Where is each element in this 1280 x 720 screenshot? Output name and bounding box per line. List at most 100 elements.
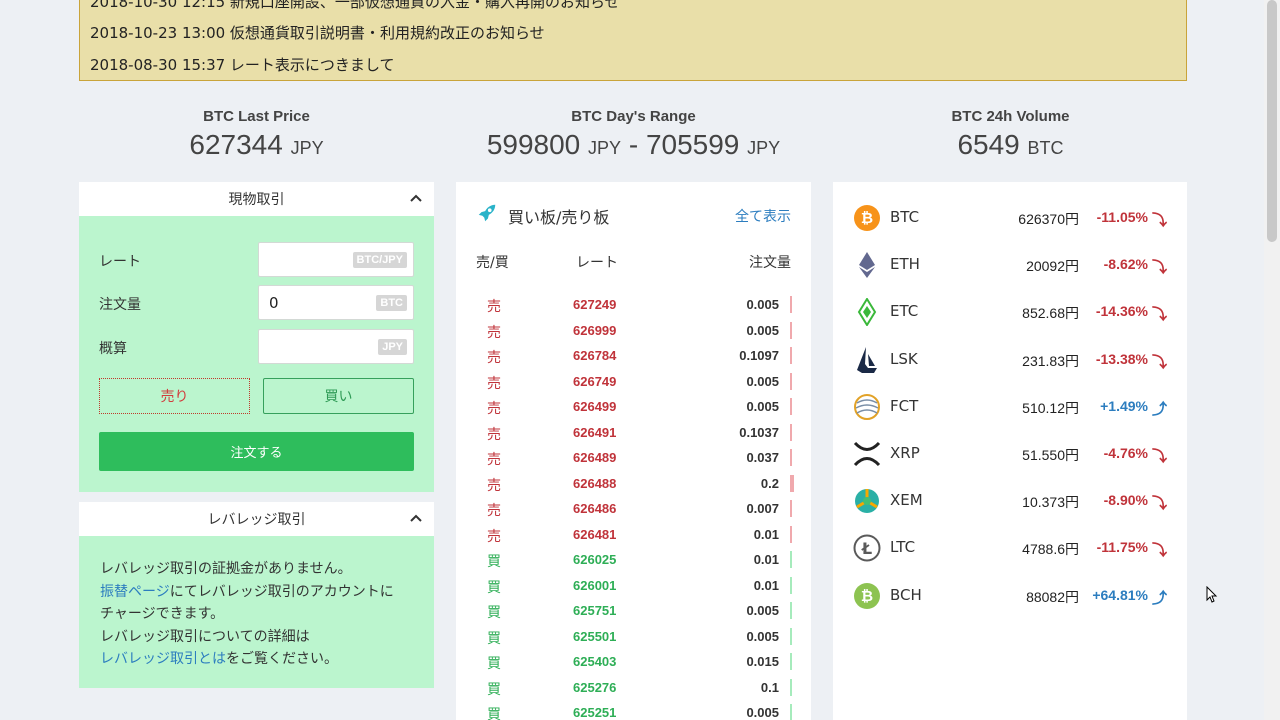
leverage-text-rest: にてレバレッジ取引のアカウントに [169,584,394,600]
orderbook-row[interactable]: 売 626488 0.2 [456,471,811,496]
day-range-low: 599800 [486,129,581,160]
orderbook-depth-bar [790,398,792,415]
place-order-button[interactable]: 注文する [99,432,414,471]
rocket-icon [478,204,496,222]
orderbook-row[interactable]: 買 626025 0.01 [456,547,811,572]
stat-value: 627344 JPY [79,129,434,161]
show-all-link[interactable]: 全て表示 [735,206,791,226]
orderbook-amount: 0.005 [746,628,779,644]
orderbook-amount: 0.037 [746,450,779,465]
orderbook-row[interactable]: 売 626486 0.007 [456,496,811,521]
orderbook-row[interactable]: 売 627249 0.005 [456,292,811,317]
chevron-up-icon[interactable] [410,192,422,204]
notice-item[interactable]: 2018-10-23 13:00 仮想通貨取引説明書・利用規約改正のお知らせ [90,22,545,43]
orderbook-row[interactable]: 買 625403 0.015 [456,649,811,674]
coin-price: 510.12円 [1022,399,1079,416]
orderbook-amount: 0.007 [746,501,779,516]
coin-symbol: XEM [890,491,923,510]
orderbook-depth-bar [790,678,792,696]
nem-icon [853,487,881,515]
coin-price: 231.83円 [1022,352,1079,369]
orderbook-rate: 627249 [573,297,617,312]
bitcoin-cash-icon: ₿ [853,582,881,610]
orderbook-row[interactable]: 買 626001 0.01 [456,573,811,598]
coin-change: -14.36% [1095,303,1148,320]
orderbook-row[interactable]: 買 625501 0.005 [456,624,811,649]
page-scrollbar[interactable] [1264,0,1280,720]
coin-row-eth[interactable]: ETH 20092円 -8.62% ⤵ [833,249,1187,279]
coin-row-xem[interactable]: XEM 10.373円 -8.90% ⤵ [833,485,1187,515]
trend-down-icon: ⤵ [1151,211,1167,229]
leverage-panel-header[interactable]: レバレッジ取引 [79,502,434,536]
orderbook-side: 売 [487,426,501,443]
coin-row-fct[interactable]: FCT 510.12円 +1.49% ⤴ [833,391,1187,421]
coin-row-etc[interactable]: ETC 852.68円 -14.36% ⤵ [833,296,1187,328]
orderbook-row[interactable]: 売 626489 0.037 [456,445,811,470]
trend-up-icon: ⤴ [1151,588,1167,607]
coin-row-lsk[interactable]: LSK 231.83円 -13.38% ⤵ [833,344,1187,374]
orderbook-row[interactable]: 売 626749 0.005 [456,369,811,394]
orderbook-row[interactable]: 買 625751 0.005 [456,598,811,623]
orderbook-rate: 626784 [573,348,617,363]
coin-symbol: LSK [890,349,918,368]
orderbook-depth-bar [790,449,792,466]
volume-unit: BTC [1027,138,1064,158]
sell-toggle-button[interactable]: 売り [99,378,250,414]
quantity-input[interactable]: 0 BTC [258,285,414,320]
orderbook-row[interactable]: 売 626491 0.1037 [456,420,811,445]
svg-text:₿: ₿ [861,587,873,605]
rate-unit-badge: BTC/JPY [352,252,407,268]
orderbook-amount: 0.005 [746,399,779,414]
coin-price: 51.550円 [1022,447,1079,463]
notice-item[interactable]: 2018-08-30 15:37 レート表示につきまして [90,54,395,75]
orderbook-panel: 買い板/売り板 全て表示 売/買 レート 注文量 売 627249 0.005 売 62… [456,182,811,720]
ethereum-classic-icon [853,297,881,328]
coin-row-ltc[interactable]: Ł LTC 4788.6円 -11.75% ⤵ [833,532,1187,562]
orderbook-side: 売 [487,477,501,494]
orderbook-side: 買 [487,656,501,672]
orderbook-rate: 626486 [573,501,617,516]
leverage-text: レバレッジ取引についての詳細は [100,629,310,645]
orderbook-row[interactable]: 買 625251 0.005 [456,700,811,720]
leverage-text: チャージできます。 [100,606,225,622]
coin-symbol: FCT [890,396,919,415]
orderbook-depth-bar [790,627,792,645]
orderbook-row[interactable]: 売 626999 0.005 [456,318,811,343]
stat-value: 599800 JPY - 705599 JPY [456,129,811,161]
orderbook-side: 買 [487,579,501,596]
trend-up-icon: ⤴ [1151,399,1167,418]
leverage-info-link[interactable]: レバレッジ取引とは [100,651,226,667]
rate-input[interactable]: BTC/JPY [258,242,414,277]
chevron-up-icon[interactable] [410,512,422,524]
orderbook-rate: 626481 [573,526,617,542]
coin-row-btc[interactable]: ₿ BTC 626370円 -11.05% ⤵ [833,202,1187,232]
trend-down-icon: ⤵ [1151,305,1167,324]
orderbook-row[interactable]: 売 626499 0.005 [456,394,811,419]
spot-panel-header[interactable]: 現物取引 [79,182,434,216]
coin-change: -8.62% [1103,256,1148,273]
leverage-text: レバレッジ取引とはをご覧ください。 [100,648,338,668]
orderbook-row[interactable]: 売 626481 0.01 [456,522,811,547]
orderbook-depth-bar [790,296,792,313]
coin-change: -8.90% [1103,492,1148,509]
orderbook-row[interactable]: 売 626784 0.1097 [456,343,811,368]
orderbook-title: 買い板/売り板 [508,208,610,227]
orderbook-depth-bar [790,551,792,568]
coin-row-xrp[interactable]: XRP 51.550円 -4.76% ⤵ [833,438,1187,468]
orderbook-amount: 0.1 [760,679,779,695]
coin-row-bch[interactable]: ₿ BCH 88082円 +64.81% ⤴ [833,580,1187,610]
scrollbar-thumb[interactable] [1267,0,1277,242]
coin-price: 10.373円 [1022,494,1079,511]
quantity-unit-badge: BTC [376,295,407,311]
day-range-high-unit: JPY [747,138,781,158]
day-range-low-unit: JPY [588,138,622,158]
orderbook-depth-bar [790,474,794,492]
buy-toggle-button[interactable]: 買い [263,378,414,414]
orderbook-row[interactable]: 買 625276 0.1 [456,675,811,700]
orderbook-side: 売 [487,503,501,519]
transfer-page-link[interactable]: 振替ページ [100,584,170,600]
orderbook-amount: 0.005 [746,373,779,389]
notice-item[interactable]: 2018-10-30 12:15 新規口座開設、一部仮想通貨の入金・購入再開のお… [90,0,620,12]
estimate-input[interactable]: JPY [258,329,414,364]
leverage-text: レバレッジ取引の証拠金がありません。 [100,561,352,577]
